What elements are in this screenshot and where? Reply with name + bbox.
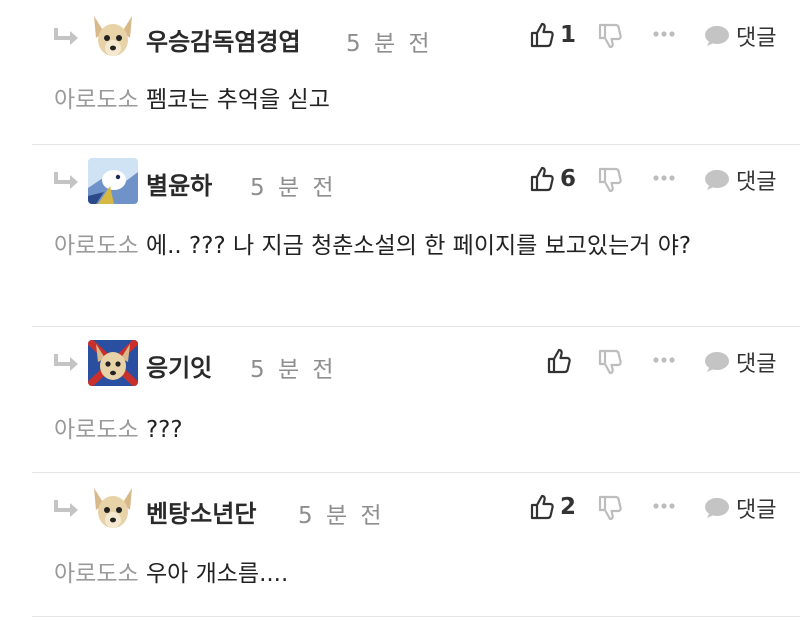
divider (32, 472, 800, 473)
divider (32, 144, 800, 145)
reply-label: 댓글 (736, 170, 777, 195)
comment-author[interactable]: 별윤하 (146, 166, 212, 201)
mention-link[interactable]: 아로도소 (54, 87, 139, 113)
reply-button[interactable]: 댓글 (704, 346, 776, 378)
more-icon[interactable] (652, 494, 676, 518)
dog-avatar-icon (88, 14, 138, 60)
bird-avatar-icon (88, 158, 138, 204)
comment-list: 우승감독염경엽 5 분 전 1 댓글 아로도소 펨코는 추억을 싣고 별윤하 5… (0, 0, 800, 620)
speech-bubble-icon (705, 498, 729, 518)
like-button[interactable]: 6 (530, 164, 576, 194)
comment-author[interactable]: 벤탕소년단 (146, 494, 256, 529)
comment-item: 벤탕소년단 5 분 전 2 댓글 아로도소 우아 개소름.... (32, 486, 800, 616)
comment-message: 우아 개소름.... (145, 561, 289, 587)
avatar[interactable] (88, 340, 138, 386)
like-button[interactable]: 1 (530, 20, 576, 50)
thumbs-up-icon (547, 348, 571, 374)
comment-time: 5 분 전 (346, 31, 433, 57)
comment-text: 아로도소 펨코는 추억을 싣고 (54, 80, 774, 120)
like-count: 2 (560, 494, 577, 520)
mention-link[interactable]: 아로도소 (54, 561, 139, 587)
avatar[interactable] (88, 158, 138, 204)
mention-link[interactable]: 아로도소 (54, 233, 139, 259)
reply-arrow-icon (54, 354, 78, 371)
speech-bubble-icon (705, 352, 729, 372)
comment-text: 아로도소 ??? (54, 410, 774, 450)
comment-time: 5 분 전 (250, 357, 337, 383)
thumbs-down-icon[interactable] (598, 495, 622, 521)
comment-item: 별윤하 5 분 전 6 댓글 아로도소 에.. ??? 나 지금 청춘소설의 한… (32, 158, 800, 326)
like-count: 6 (560, 166, 577, 192)
thumbs-down-icon[interactable] (598, 23, 622, 49)
comment-message: 에.. ??? 나 지금 청춘소설의 한 페이지를 보고있는거 야? (145, 233, 692, 259)
comment-text: 아로도소 에.. ??? 나 지금 청춘소설의 한 페이지를 보고있는거 야? (54, 226, 784, 266)
speech-bubble-icon (705, 26, 729, 46)
reply-label: 댓글 (736, 498, 777, 523)
more-icon[interactable] (652, 22, 676, 46)
comment-author[interactable]: 응기잇 (146, 348, 212, 383)
dog-avatar-icon (88, 486, 138, 532)
avatar[interactable] (88, 486, 138, 532)
like-count: 1 (560, 22, 577, 48)
reply-label: 댓글 (736, 352, 777, 377)
thumbs-up-icon (530, 166, 554, 192)
thumbs-down-icon[interactable] (598, 167, 622, 193)
comment-message: ??? (145, 417, 183, 443)
comment-item: 응기잇 5 분 전 댓글 아로도소 ??? (32, 340, 800, 470)
reply-button[interactable]: 댓글 (704, 492, 776, 524)
dog-flag-avatar-icon (88, 340, 138, 386)
more-icon[interactable] (652, 166, 676, 190)
reply-arrow-icon (54, 500, 78, 517)
thumbs-up-icon (530, 494, 554, 520)
comment-text: 아로도소 우아 개소름.... (54, 554, 774, 594)
reply-button[interactable]: 댓글 (704, 20, 776, 52)
reply-arrow-icon (54, 28, 78, 45)
reply-arrow-icon (54, 172, 78, 189)
speech-bubble-icon (705, 170, 729, 190)
mention-link[interactable]: 아로도소 (54, 417, 139, 443)
avatar[interactable] (88, 14, 138, 60)
divider (32, 616, 800, 617)
comment-message: 펨코는 추억을 싣고 (145, 87, 330, 113)
reply-button[interactable]: 댓글 (704, 164, 776, 196)
divider (32, 326, 800, 327)
like-button[interactable] (547, 346, 577, 376)
thumbs-up-icon (530, 22, 554, 48)
thumbs-down-icon[interactable] (598, 349, 622, 375)
more-icon[interactable] (652, 348, 676, 372)
comment-author[interactable]: 우승감독염경엽 (146, 22, 301, 57)
like-button[interactable]: 2 (530, 492, 576, 522)
comment-item: 우승감독염경엽 5 분 전 1 댓글 아로도소 펨코는 추억을 싣고 (32, 14, 800, 144)
reply-label: 댓글 (736, 26, 777, 51)
comment-time: 5 분 전 (250, 175, 337, 201)
comment-time: 5 분 전 (298, 503, 385, 529)
